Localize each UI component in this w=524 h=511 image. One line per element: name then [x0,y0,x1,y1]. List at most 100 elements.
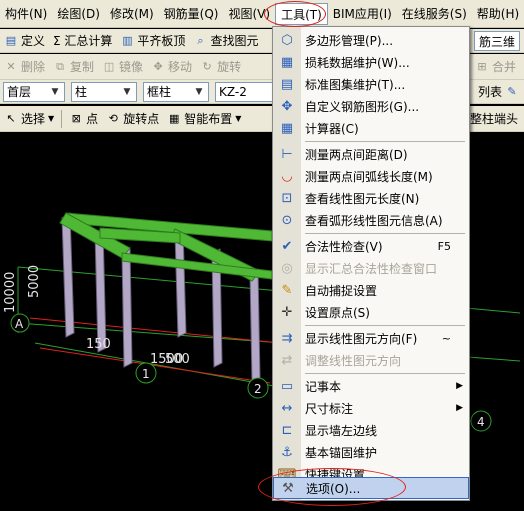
rebar-3d-button[interactable]: 筋三维 [473,31,520,51]
menu-item-auto-snap[interactable]: ✎ 自动捕捉设置 [273,279,469,301]
menu-item-loss-data[interactable]: ▦ 损耗数据维护(W)... [273,51,469,73]
menu-item-label: 多边形管理(P)... [305,33,394,48]
menu-item-measure-distance[interactable]: ⊢ 测量两点间距离(D) [273,143,469,165]
menu-item-custom-rebar[interactable]: ✥ 自定义钢筋图形(G)... [273,95,469,117]
menu-separator [305,233,465,234]
notepad-icon: ▭ [280,378,294,394]
chevron-down-icon: ▼ [48,114,55,123]
rotate-button[interactable]: ↻ 旋转 [196,57,245,77]
menu-item-notepad[interactable]: ▭ 记事本 ▶ [273,375,469,397]
move-button[interactable]: ✥ 移动 [147,57,196,77]
axis-label-A: A [15,317,24,331]
summary-check-icon: ◎ [281,260,293,276]
pin-icon[interactable]: ✎ [505,85,519,99]
floor-select[interactable]: 首层 ▼ [3,81,65,102]
adjust-direction-icon: ⇄ [281,352,293,368]
view-length-icon: ⊡ [281,190,293,206]
menu-item-dimension[interactable]: ↔ 尺寸标注 ▶ [273,397,469,419]
highlight-tools-menu [264,1,326,27]
menu-component[interactable]: 构件(N) [0,3,52,25]
smart-layout-button[interactable]: ▦ 智能布置 ▼ [163,109,245,129]
rotate-label: 旋转 [217,60,242,74]
menu-online-service[interactable]: 在线服务(S) [397,3,472,25]
copy-button[interactable]: ⧉ 复制 [49,57,98,77]
define-button[interactable]: ▤ 定义 [0,31,49,51]
menu-item-measure-arc[interactable]: ◡ 测量两点间弧线长度(M) [273,165,469,187]
toolbar-separator [61,109,63,128]
submenu-arrow-icon: ▶ [456,403,463,413]
menu-item-label: 调整线性图元方向 [305,353,402,368]
axis-label-1: 1 [142,367,150,381]
type-select[interactable]: 框柱 ▼ [143,81,209,102]
sum-calc-label: Σ 汇总计算 [53,34,113,48]
origin-icon: ✛ [281,304,293,320]
menu-item-label: 基本锚固维护 [305,445,378,460]
axis-label-2: 2 [254,382,262,396]
submenu-arrow-icon: ▶ [456,381,463,391]
menu-item-origin[interactable]: ✛ 设置原点(S) [273,301,469,323]
auto-snap-icon: ✎ [281,282,293,298]
find-label: 查找图元 [210,34,259,48]
sum-calc-button[interactable]: Σ 汇总计算 [49,31,116,51]
shortcut-label: ~ [441,331,451,345]
point-button[interactable]: ⊠ 点 [65,109,102,129]
menu-item-label: 测量两点间距离(D) [305,147,408,162]
polygon-icon: ⬡ [281,32,293,48]
find-element-button[interactable]: ⌕ 查找图元 [189,31,262,51]
menu-item-label: 标准图集维护(T)... [305,77,406,92]
menu-item-label: 合法性检查(V) [305,239,383,254]
anchor-icon: ⚓ [281,444,293,460]
rotate-point-icon: ⟲ [108,111,118,125]
delete-icon: ✕ [6,59,16,73]
rotate-point-button[interactable]: ⟲ 旋转点 [102,109,163,129]
define-icon: ▤ [5,33,17,47]
category-select[interactable]: 柱 ▼ [71,81,137,102]
chevron-down-icon: ▼ [123,86,131,97]
tools-menu: ⬡ 多边形管理(P)... ▦ 损耗数据维护(W)... ▤ 标准图集维护(T)...… [272,26,470,501]
menu-item-wall-left[interactable]: ⊏ 显示墙左边线 [273,419,469,441]
menu-rebar-quantity[interactable]: 钢筋量(Q) [159,3,224,25]
menu-modify[interactable]: 修改(M) [105,3,159,25]
copy-icon: ⧉ [56,59,64,73]
menu-item-adjust-direction[interactable]: ⇄ 调整线性图元方向 [273,349,469,371]
menu-item-view-arc[interactable]: ⊙ 查看弧形线性图元信息(A) [273,209,469,231]
define-label: 定义 [21,34,46,48]
point-icon: ⊠ [71,111,81,125]
list-label: 列表 [477,85,502,99]
delete-button[interactable]: ✕ 删除 [0,57,49,77]
mirror-button[interactable]: ◫ 镜像 [98,57,147,77]
delete-label: 删除 [21,60,46,74]
menu-item-show-direction[interactable]: ⇉ 显示线性图元方向(F) ~ [273,327,469,349]
menu-draw[interactable]: 绘图(D) [52,3,105,25]
menu-item-calculator[interactable]: ▦ 计算器(C) [273,117,469,139]
menu-item-check[interactable]: ✔ 合法性检查(V) F5 [273,235,469,257]
copy-label: 复制 [70,60,95,74]
menu-item-summary-check[interactable]: ◎ 显示汇总合法性检查窗口 [273,257,469,279]
flush-slab-top-button[interactable]: ▥ 平齐板顶 [116,31,189,51]
menu-bim[interactable]: BIM应用(I) [328,3,397,25]
column-end-button[interactable]: 整柱端头 [466,109,522,129]
select-button[interactable]: ↖ 选择 ▼ [0,109,58,129]
menu-item-polygon[interactable]: ⬡ 多边形管理(P)... [273,29,469,51]
merge-button[interactable]: ⊞ 合并 [471,57,520,77]
dim-label-150: 150 [86,337,111,352]
menu-item-view-length[interactable]: ⊡ 查看线性图元长度(N) [273,187,469,209]
calculator-icon: ▦ [280,120,294,136]
menu-item-atlas[interactable]: ▤ 标准图集维护(T)... [273,73,469,95]
list-button[interactable]: 列表 [474,82,506,102]
menu-item-anchor[interactable]: ⚓ 基本锚固维护 [273,441,469,463]
measure-arc-icon: ◡ [281,168,293,184]
dim-label-5000: 5000 [27,265,42,298]
menu-item-label: 设置原点(S) [305,305,370,320]
menu-item-label: 查看线性图元长度(N) [305,191,420,206]
menu-help[interactable]: 帮助(H) [472,3,524,25]
move-icon: ✥ [153,59,163,73]
rotate-point-label: 旋转点 [123,112,160,126]
menu-item-label: 显示汇总合法性检查窗口 [305,261,438,276]
shortcut-label: F5 [437,239,451,253]
menu-item-label: 显示线性图元方向(F) [305,331,418,346]
select-label: 选择 [21,112,46,126]
axis-label-4: 4 [477,415,485,429]
name-select[interactable]: KZ-2 [215,81,275,102]
menu-item-label: 尺寸标注 [305,401,354,416]
